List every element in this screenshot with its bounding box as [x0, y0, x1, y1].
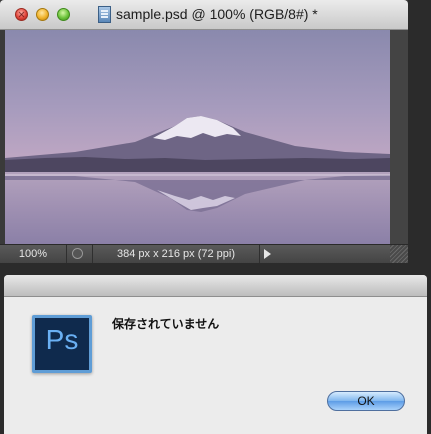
dialog-titlebar[interactable]	[4, 275, 427, 297]
psd-file-icon	[98, 6, 111, 23]
unsaved-alert-dialog: Ps 保存されていません OK	[4, 275, 427, 434]
close-window-button[interactable]	[15, 8, 28, 21]
photoshop-app-icon: Ps	[32, 315, 92, 373]
document-titlebar[interactable]: sample.psd @ 100% (RGB/8#) *	[0, 0, 408, 30]
document-title: sample.psd @ 100% (RGB/8#) *	[116, 6, 318, 22]
resize-grip[interactable]	[390, 245, 408, 263]
minimize-window-button[interactable]	[36, 8, 49, 21]
document-dimensions: 384 px x 216 px (72 ppi)	[92, 245, 260, 263]
status-icon[interactable]	[72, 248, 83, 259]
disclosure-arrow-icon[interactable]	[264, 249, 271, 259]
document-window: sample.psd @ 100% (RGB/8#) * 100% 384 px…	[0, 0, 408, 263]
ok-button[interactable]: OK	[327, 391, 405, 411]
dialog-message: 保存されていません	[112, 317, 220, 331]
zoom-level-field[interactable]: 100%	[0, 245, 67, 263]
document-canvas[interactable]	[5, 30, 390, 244]
document-statusbar: 100% 384 px x 216 px (72 ppi)	[0, 244, 408, 263]
zoom-window-button[interactable]	[57, 8, 70, 21]
photoshop-icon-label: Ps	[45, 324, 79, 355]
mount-fuji-photo	[5, 30, 390, 244]
vertical-scroll-area[interactable]	[390, 30, 408, 244]
